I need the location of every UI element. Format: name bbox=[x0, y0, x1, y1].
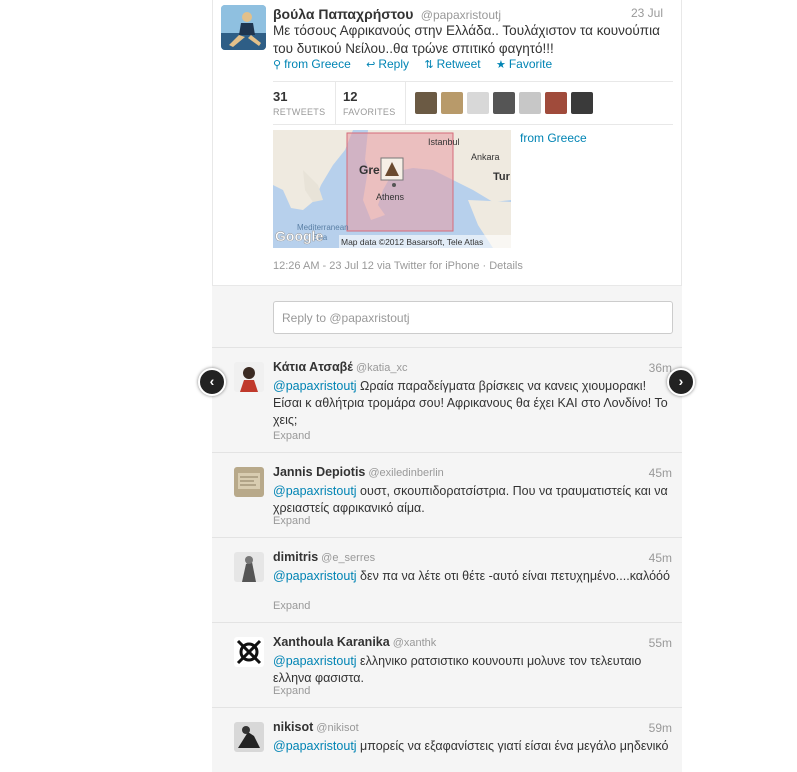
reply-text: @papaxristoutj δεν πα να λέτε οτι θέτε -… bbox=[273, 568, 673, 585]
retweets-label: RETWEETS bbox=[273, 107, 326, 117]
previous-arrow-button[interactable]: ‹ bbox=[198, 368, 226, 396]
author-name: nikisot bbox=[273, 720, 314, 734]
author-handle: @e_serres bbox=[321, 552, 376, 564]
reply-icon: ↩ bbox=[366, 59, 376, 71]
reply-button[interactable]: ↩ Reply bbox=[366, 57, 409, 71]
avatar[interactable] bbox=[234, 362, 264, 392]
mention-link[interactable]: @papaxristoutj bbox=[273, 654, 357, 668]
replies-list: Κάτια Ατσαβέ @katia_xc 36m @papaxristoutj… bbox=[212, 347, 682, 772]
favoriter-avatar[interactable] bbox=[493, 92, 515, 114]
author-handle: @xanthk bbox=[392, 637, 437, 649]
chevron-left-icon: ‹ bbox=[209, 373, 215, 389]
avatar[interactable] bbox=[234, 552, 264, 582]
author-name: Jannis Depiotis bbox=[273, 465, 366, 479]
map-pin-icon: ⚲ bbox=[273, 59, 282, 71]
reply-time[interactable]: 55m bbox=[649, 636, 672, 650]
mention-link[interactable]: @papaxristoutj bbox=[273, 484, 357, 498]
tweet-stats: 31 RETWEETS 12 FAVORITES bbox=[273, 81, 673, 125]
reply-time[interactable]: 36m bbox=[649, 361, 672, 375]
mention-link[interactable]: @papaxristoutj bbox=[273, 379, 357, 393]
favorite-button[interactable]: ★ Favorite bbox=[496, 57, 552, 71]
author-name: dimitris bbox=[273, 550, 319, 564]
location-link[interactable]: ⚲ from Greece bbox=[273, 57, 351, 71]
favoriter-avatar[interactable] bbox=[467, 92, 489, 114]
expand-link[interactable]: Expand bbox=[273, 600, 310, 612]
reply-body: δεν πα να λέτε οτι θέτε -αυτό είναι πετυ… bbox=[356, 569, 670, 583]
reply-area: Reply to @papaxristoutj bbox=[212, 285, 682, 347]
reply-label: Reply bbox=[378, 57, 409, 71]
svg-text:Istanbul: Istanbul bbox=[428, 137, 460, 147]
chevron-right-icon: › bbox=[678, 373, 684, 389]
author-handle: @exiledinberlin bbox=[368, 467, 444, 479]
star-icon: ★ bbox=[495, 59, 506, 71]
favorite-label: Favorite bbox=[508, 57, 553, 71]
retweet-icon: ⇅ bbox=[424, 59, 434, 71]
divider bbox=[335, 82, 336, 124]
favorites-label: FAVORITES bbox=[343, 107, 396, 117]
author-name: Xanthoula Karanika bbox=[273, 635, 390, 649]
favoriter-avatar[interactable] bbox=[415, 92, 437, 114]
tweet-header: βούλα Παπαχρήστου @papaxristoutj 23 Jul bbox=[273, 6, 673, 22]
tweet-text: Με τόσους Αφρικανούς στην Ελλάδα.. Τουλά… bbox=[273, 23, 660, 56]
map-location-link[interactable]: from Greece bbox=[520, 131, 587, 145]
retweet-button[interactable]: ⇅ Retweet bbox=[424, 57, 480, 71]
avatar[interactable] bbox=[234, 722, 264, 752]
author-name[interactable]: βούλα Παπαχρήστου bbox=[273, 6, 413, 22]
svg-text:Google: Google bbox=[275, 228, 323, 244]
reply-text: @papaxristoutj μπορείς να εξαφανίστεις γ… bbox=[273, 738, 673, 755]
expand-link[interactable]: Expand bbox=[273, 685, 310, 697]
reply-text: @papaxristoutj ελληνικο ρατσιστικο κουνο… bbox=[273, 653, 673, 687]
reply-author[interactable]: Κάτια Ατσαβέ @katia_xc bbox=[273, 360, 407, 374]
reply-time[interactable]: 45m bbox=[649, 466, 672, 480]
avatar[interactable] bbox=[234, 637, 264, 667]
tweet-date[interactable]: 23 Jul bbox=[631, 6, 663, 20]
reply-text: @papaxristoutj ουστ, σκουπιδορατσίστρια.… bbox=[273, 483, 673, 517]
location-map[interactable]: Gre Athens Istanbul Ankara Tur Mediterra… bbox=[273, 130, 511, 248]
favoriter-avatar[interactable] bbox=[441, 92, 463, 114]
favoriter-avatar[interactable] bbox=[545, 92, 567, 114]
svg-text:Tur: Tur bbox=[493, 171, 511, 183]
reply-author[interactable]: Jannis Depiotis @exiledinberlin bbox=[273, 465, 444, 479]
reply-body: μπορείς να εξαφανίστεις γιατί είσαι ένα … bbox=[356, 739, 669, 753]
svg-text:Map data ©2012 Basarsoft, Tele: Map data ©2012 Basarsoft, Tele Atlas bbox=[341, 237, 483, 247]
reply-author[interactable]: dimitris @e_serres bbox=[273, 550, 375, 564]
location-label: from Greece bbox=[284, 57, 351, 71]
svg-text:Athens: Athens bbox=[376, 192, 405, 202]
avatar[interactable] bbox=[234, 467, 264, 497]
reply-time[interactable]: 59m bbox=[649, 721, 672, 735]
reply-time[interactable]: 45m bbox=[649, 551, 672, 565]
reply-text: @papaxristoutj Ωραία παραδείγματα βρίσκε… bbox=[273, 378, 673, 429]
retweet-label: Retweet bbox=[436, 57, 481, 71]
favorites-stat[interactable]: 12 FAVORITES bbox=[343, 89, 396, 117]
author-handle[interactable]: @papaxristoutj bbox=[421, 8, 501, 22]
favoriter-avatar[interactable] bbox=[519, 92, 541, 114]
svg-text:Ankara: Ankara bbox=[471, 152, 500, 162]
retweets-stat[interactable]: 31 RETWEETS bbox=[273, 89, 325, 117]
divider bbox=[405, 82, 406, 124]
author-handle: @nikisot bbox=[316, 722, 359, 734]
author-handle: @katia_xc bbox=[355, 362, 408, 374]
favoriter-avatar[interactable] bbox=[571, 92, 593, 114]
avatar[interactable] bbox=[221, 5, 266, 50]
list-item[interactable]: dimitris @e_serres 45m @papaxristoutj δεν… bbox=[212, 537, 682, 622]
reply-author[interactable]: Xanthoula Karanika @xanthk bbox=[273, 635, 436, 649]
reply-input[interactable]: Reply to @papaxristoutj bbox=[273, 301, 673, 334]
list-item[interactable]: Jannis Depiotis @exiledinberlin 45m @papa… bbox=[212, 452, 682, 537]
tweet-actions: ⚲ from Greece ↩ Reply ⇅ Retweet ★ Favorite bbox=[273, 57, 673, 71]
expand-link[interactable]: Expand bbox=[273, 430, 310, 442]
tweet-meta[interactable]: 12:26 AM - 23 Jul 12 via Twitter for iPh… bbox=[273, 260, 673, 272]
mention-link[interactable]: @papaxristoutj bbox=[273, 739, 357, 753]
next-arrow-button[interactable]: › bbox=[667, 368, 695, 396]
expand-link[interactable]: Expand bbox=[273, 515, 310, 527]
favorites-count: 12 bbox=[343, 89, 358, 104]
list-item[interactable]: Κάτια Ατσαβέ @katia_xc 36m @papaxristoutj… bbox=[212, 347, 682, 452]
svg-text:Gre: Gre bbox=[359, 163, 380, 177]
mention-link[interactable]: @papaxristoutj bbox=[273, 569, 357, 583]
reply-author[interactable]: nikisot @nikisot bbox=[273, 720, 359, 734]
author-name: Κάτια Ατσαβέ bbox=[273, 360, 353, 374]
retweets-count: 31 bbox=[273, 89, 288, 104]
list-item[interactable]: nikisot @nikisot 59m @papaxristoutj μπορε… bbox=[212, 707, 682, 772]
list-item[interactable]: Xanthoula Karanika @xanthk 55m @papaxrist… bbox=[212, 622, 682, 707]
